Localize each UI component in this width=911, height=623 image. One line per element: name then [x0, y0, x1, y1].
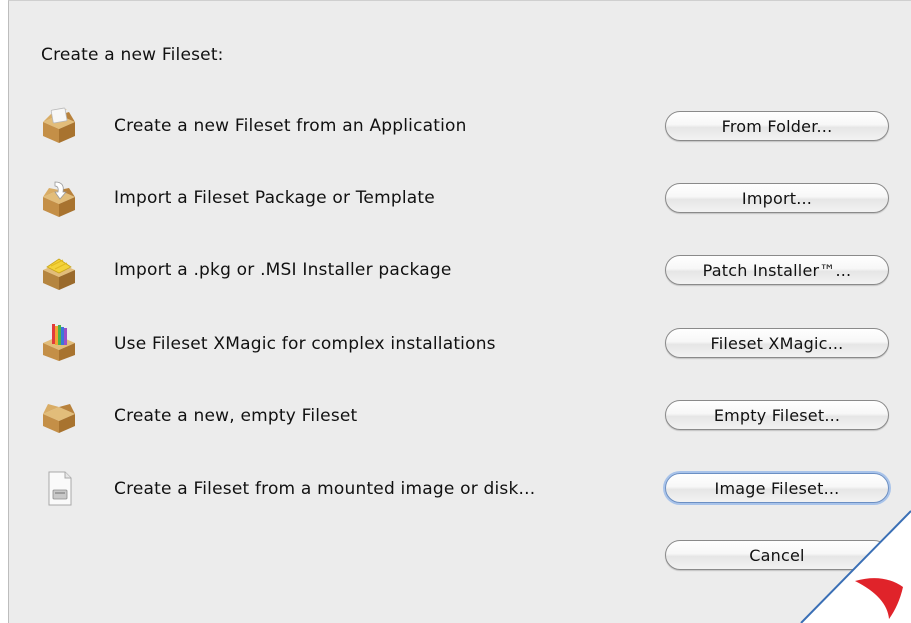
image-fileset-button[interactable]: Image Fileset...	[665, 473, 889, 503]
brand-corner-icon	[800, 510, 911, 623]
row-label-import: Import a Fileset Package or Template	[114, 188, 435, 208]
disk-image-icon	[48, 471, 72, 506]
patch-installer-button[interactable]: Patch Installer™...	[665, 255, 889, 285]
package-import-icon	[43, 181, 75, 217]
fileset-xmagic-button[interactable]: Fileset XMagic...	[665, 328, 889, 358]
package-application-icon	[43, 107, 75, 143]
dialog-header: Create a new Fileset:	[41, 45, 224, 65]
import-button[interactable]: Import...	[665, 183, 889, 213]
from-folder-button[interactable]: From Folder...	[665, 111, 889, 141]
create-fileset-dialog: Create a new Fileset: Create a new Files…	[8, 0, 911, 623]
empty-fileset-button[interactable]: Empty Fileset...	[665, 400, 889, 430]
package-xmagic-icon	[43, 324, 75, 361]
package-empty-icon	[43, 404, 75, 433]
row-label-empty: Create a new, empty Fileset	[114, 406, 358, 426]
row-label-installer: Import a .pkg or .MSI Installer package	[114, 260, 452, 280]
row-label-image: Create a Fileset from a mounted image or…	[114, 479, 536, 499]
row-label-application: Create a new Fileset from an Application	[114, 116, 467, 136]
row-label-xmagic: Use Fileset XMagic for complex installat…	[114, 334, 496, 354]
package-installer-icon	[43, 258, 75, 290]
